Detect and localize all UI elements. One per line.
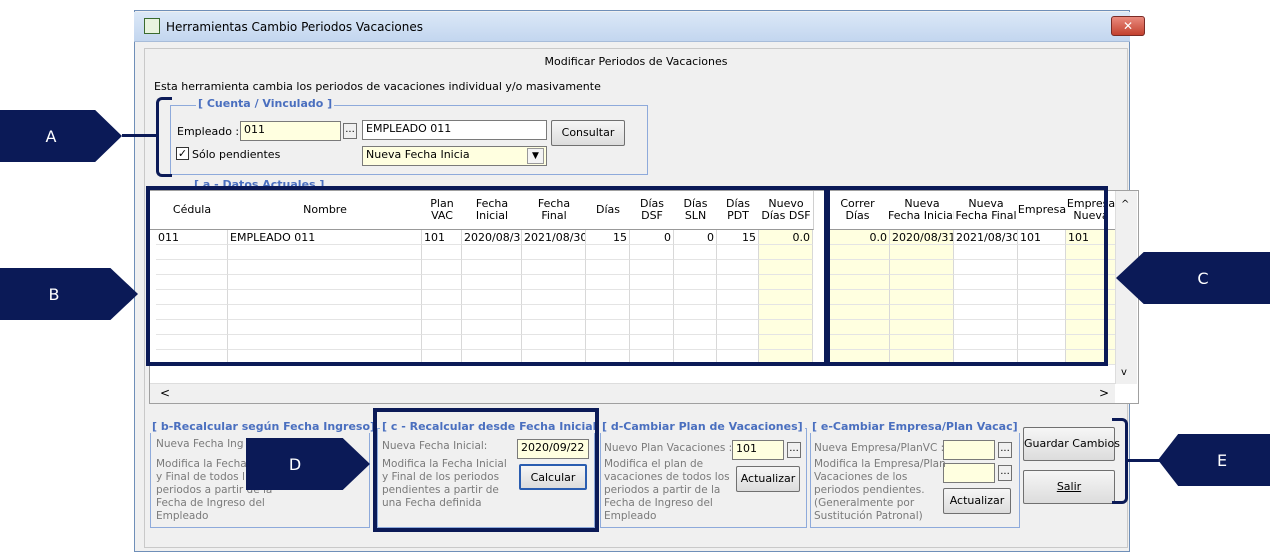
annotation-b-callout: B: [0, 268, 138, 320]
section-e-title: [ e-Cambiar Empresa/Plan Vacac]: [810, 420, 1020, 433]
section-d-label: Nuevo Plan Vacaciones :: [604, 442, 733, 454]
window-title: Herramientas Cambio Periodos Vacaciones: [166, 20, 424, 34]
planvc-lookup-button[interactable]: ...: [998, 465, 1012, 481]
annotation-c-box: [826, 186, 1108, 366]
nuevo-plan-input[interactable]: 101: [732, 440, 784, 460]
annotation-b-box: [146, 186, 828, 366]
guardar-cambios-button[interactable]: Guardar Cambios: [1023, 427, 1120, 461]
annotation-d-box: [373, 408, 599, 532]
consultar-button[interactable]: Consultar: [551, 120, 625, 146]
section-b-label: Nueva Fecha Ing: [156, 438, 244, 450]
chevron-down-icon[interactable]: ▼: [527, 148, 544, 164]
app-icon: [144, 18, 160, 34]
section-b-title: [ b-Recalcular según Fecha Ingreso]: [150, 420, 378, 433]
empleado-code-input[interactable]: 011: [240, 121, 341, 141]
annotation-a-connector: [122, 134, 156, 137]
annotation-c-label: C: [1197, 268, 1209, 288]
empleado-name-field: EMPLEADO 011: [362, 120, 547, 140]
nueva-empresa-input[interactable]: [943, 440, 995, 460]
plan-lookup-button[interactable]: ...: [787, 442, 801, 458]
annotation-e-bracket: [1112, 418, 1128, 504]
chevron-up-icon[interactable]: ^: [1121, 199, 1129, 210]
annotation-d-label: D: [288, 454, 302, 474]
chevron-left-icon[interactable]: <: [160, 386, 170, 400]
annotation-b-label: B: [48, 284, 60, 304]
actualizar-empresa-button[interactable]: Actualizar: [943, 488, 1011, 514]
cuenta-group-title: [ Cuenta / Vinculado ]: [196, 97, 335, 110]
chevron-down-icon[interactable]: v: [1121, 367, 1127, 378]
section-e-description: Modifica la Empresa/Plan Vacaciones de l…: [814, 458, 946, 522]
solo-pendientes-label: Sólo pendientes: [192, 148, 281, 161]
annotation-e-label: E: [1216, 450, 1228, 470]
close-button[interactable]: ✕: [1111, 16, 1145, 36]
actualizar-plan-button[interactable]: Actualizar: [736, 466, 800, 492]
nuevo-planvc-input[interactable]: [943, 463, 995, 483]
annotation-a-bracket: [156, 97, 172, 177]
empleado-lookup-button[interactable]: ...: [343, 123, 357, 139]
salir-button[interactable]: Salir: [1023, 470, 1115, 504]
annotation-a-label: A: [45, 126, 57, 146]
chevron-right-icon[interactable]: >: [1099, 386, 1109, 400]
annotation-a-callout: A: [0, 110, 122, 162]
page-description: Esta herramienta cambia los periodos de …: [154, 80, 601, 93]
empresa-lookup-button[interactable]: ...: [998, 442, 1012, 458]
section-e-label: Nueva Empresa/PlanVC :: [814, 442, 945, 454]
annotation-c-callout: C: [1116, 252, 1270, 304]
page-title: Modificar Periodos de Vacaciones: [544, 55, 728, 68]
annotation-e-callout: E: [1158, 434, 1270, 486]
horizontal-scrollbar[interactable]: < >: [150, 383, 1115, 403]
section-d-description: Modifica el plan de vacaciones de todos …: [604, 458, 730, 522]
solo-pendientes-checkbox[interactable]: ✓: [176, 147, 189, 160]
fecha-mode-value: Nueva Fecha Inicia: [366, 148, 470, 161]
empleado-label: Empleado :: [177, 125, 240, 138]
fecha-mode-select[interactable]: Nueva Fecha Inicia: [362, 146, 547, 166]
section-d-title: [ d-Cambiar Plan de Vacaciones]: [600, 420, 805, 433]
